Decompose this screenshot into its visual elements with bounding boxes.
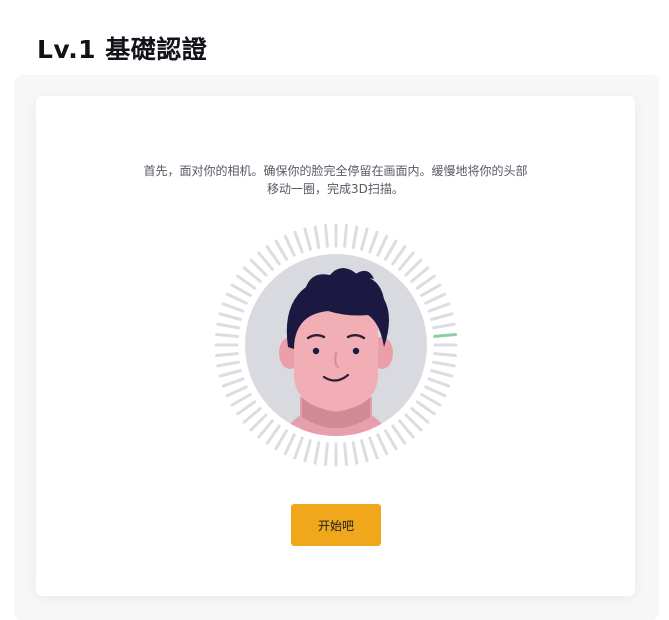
scan-tick (249, 413, 268, 432)
scan-tick (293, 436, 304, 460)
scan-tick (257, 251, 274, 271)
scan-tick (398, 251, 415, 271)
face-scanner (208, 217, 464, 473)
scan-tick (430, 369, 454, 378)
scan-tick (265, 245, 281, 266)
scan-tick (384, 429, 398, 451)
scan-tick (218, 369, 242, 378)
scan-tick (404, 258, 423, 277)
scan-tick (303, 227, 312, 251)
scan-tick (368, 230, 379, 254)
scan-tick (242, 407, 262, 424)
scan-tick (424, 385, 447, 398)
instruction-line-2: 移动一圈，完成3D扫描。 (267, 182, 404, 196)
verification-card: 首先，面对你的相机。确保你的脸完全停留在画面内。缓慢地将你的头部 移动一圈，完成… (36, 96, 635, 596)
scan-tick (404, 413, 423, 432)
scan-tick (324, 442, 329, 467)
scan-tick (415, 400, 436, 416)
scan-tick (283, 433, 296, 456)
scan-tick-active (433, 333, 458, 338)
scan-tick (432, 322, 456, 330)
scan-tick (214, 333, 239, 338)
scan-tick (221, 302, 245, 313)
start-button[interactable]: 开始吧 (291, 504, 381, 546)
scan-tick (293, 230, 304, 254)
scan-tick (283, 234, 296, 257)
scan-tick (218, 312, 242, 321)
scan-tick (230, 283, 252, 297)
scan-tick (351, 225, 359, 249)
page-title: Lv.1 基礎認證 (37, 35, 208, 64)
scan-tick (230, 393, 252, 407)
scan-tick (274, 429, 288, 451)
scan-tick (242, 266, 262, 283)
scan-tick (410, 266, 430, 283)
scan-tick (433, 352, 458, 357)
scan-tick (430, 312, 454, 321)
scan-tick (391, 424, 407, 445)
scan-tick (225, 292, 248, 305)
scan-tick (351, 441, 359, 465)
scan-tick (376, 234, 389, 257)
scan-tick (415, 274, 436, 290)
scan-tick (427, 377, 451, 388)
instruction-text: 首先，面对你的相机。确保你的脸完全停留在画面内。缓慢地将你的头部 移动一圈，完成… (36, 162, 635, 198)
scan-tick (216, 322, 240, 330)
scan-tick (313, 225, 321, 249)
face-illustration (278, 268, 394, 436)
scan-tick (225, 385, 248, 398)
scan-tick (216, 360, 240, 368)
scan-tick (221, 377, 245, 388)
scan-tick (432, 360, 456, 368)
scan-tick (410, 407, 430, 424)
scan-tick (343, 442, 348, 467)
scan-tick (427, 302, 451, 313)
scan-tick (420, 393, 442, 407)
scan-tick (303, 439, 312, 463)
scan-tick (420, 283, 442, 297)
scan-tick (313, 441, 321, 465)
scan-tick (257, 419, 274, 439)
scan-tick (360, 439, 369, 463)
scan-tick (360, 227, 369, 251)
scan-tick (236, 274, 257, 290)
scan-tick (236, 400, 257, 416)
scan-tick (398, 419, 415, 439)
scan-tick (376, 433, 389, 456)
scan-tick (368, 436, 379, 460)
scan-tick (249, 258, 268, 277)
scan-tick (343, 223, 348, 248)
scan-tick (214, 352, 239, 357)
scan-tick (265, 424, 281, 445)
scan-tick (324, 223, 329, 248)
scan-tick (424, 292, 447, 305)
scan-tick (391, 245, 407, 266)
face-scan-icon (214, 223, 458, 467)
scan-tick (384, 239, 398, 261)
scan-tick (274, 239, 288, 261)
instruction-line-1: 首先，面对你的相机。确保你的脸完全停留在画面内。缓慢地将你的头部 (143, 164, 528, 178)
